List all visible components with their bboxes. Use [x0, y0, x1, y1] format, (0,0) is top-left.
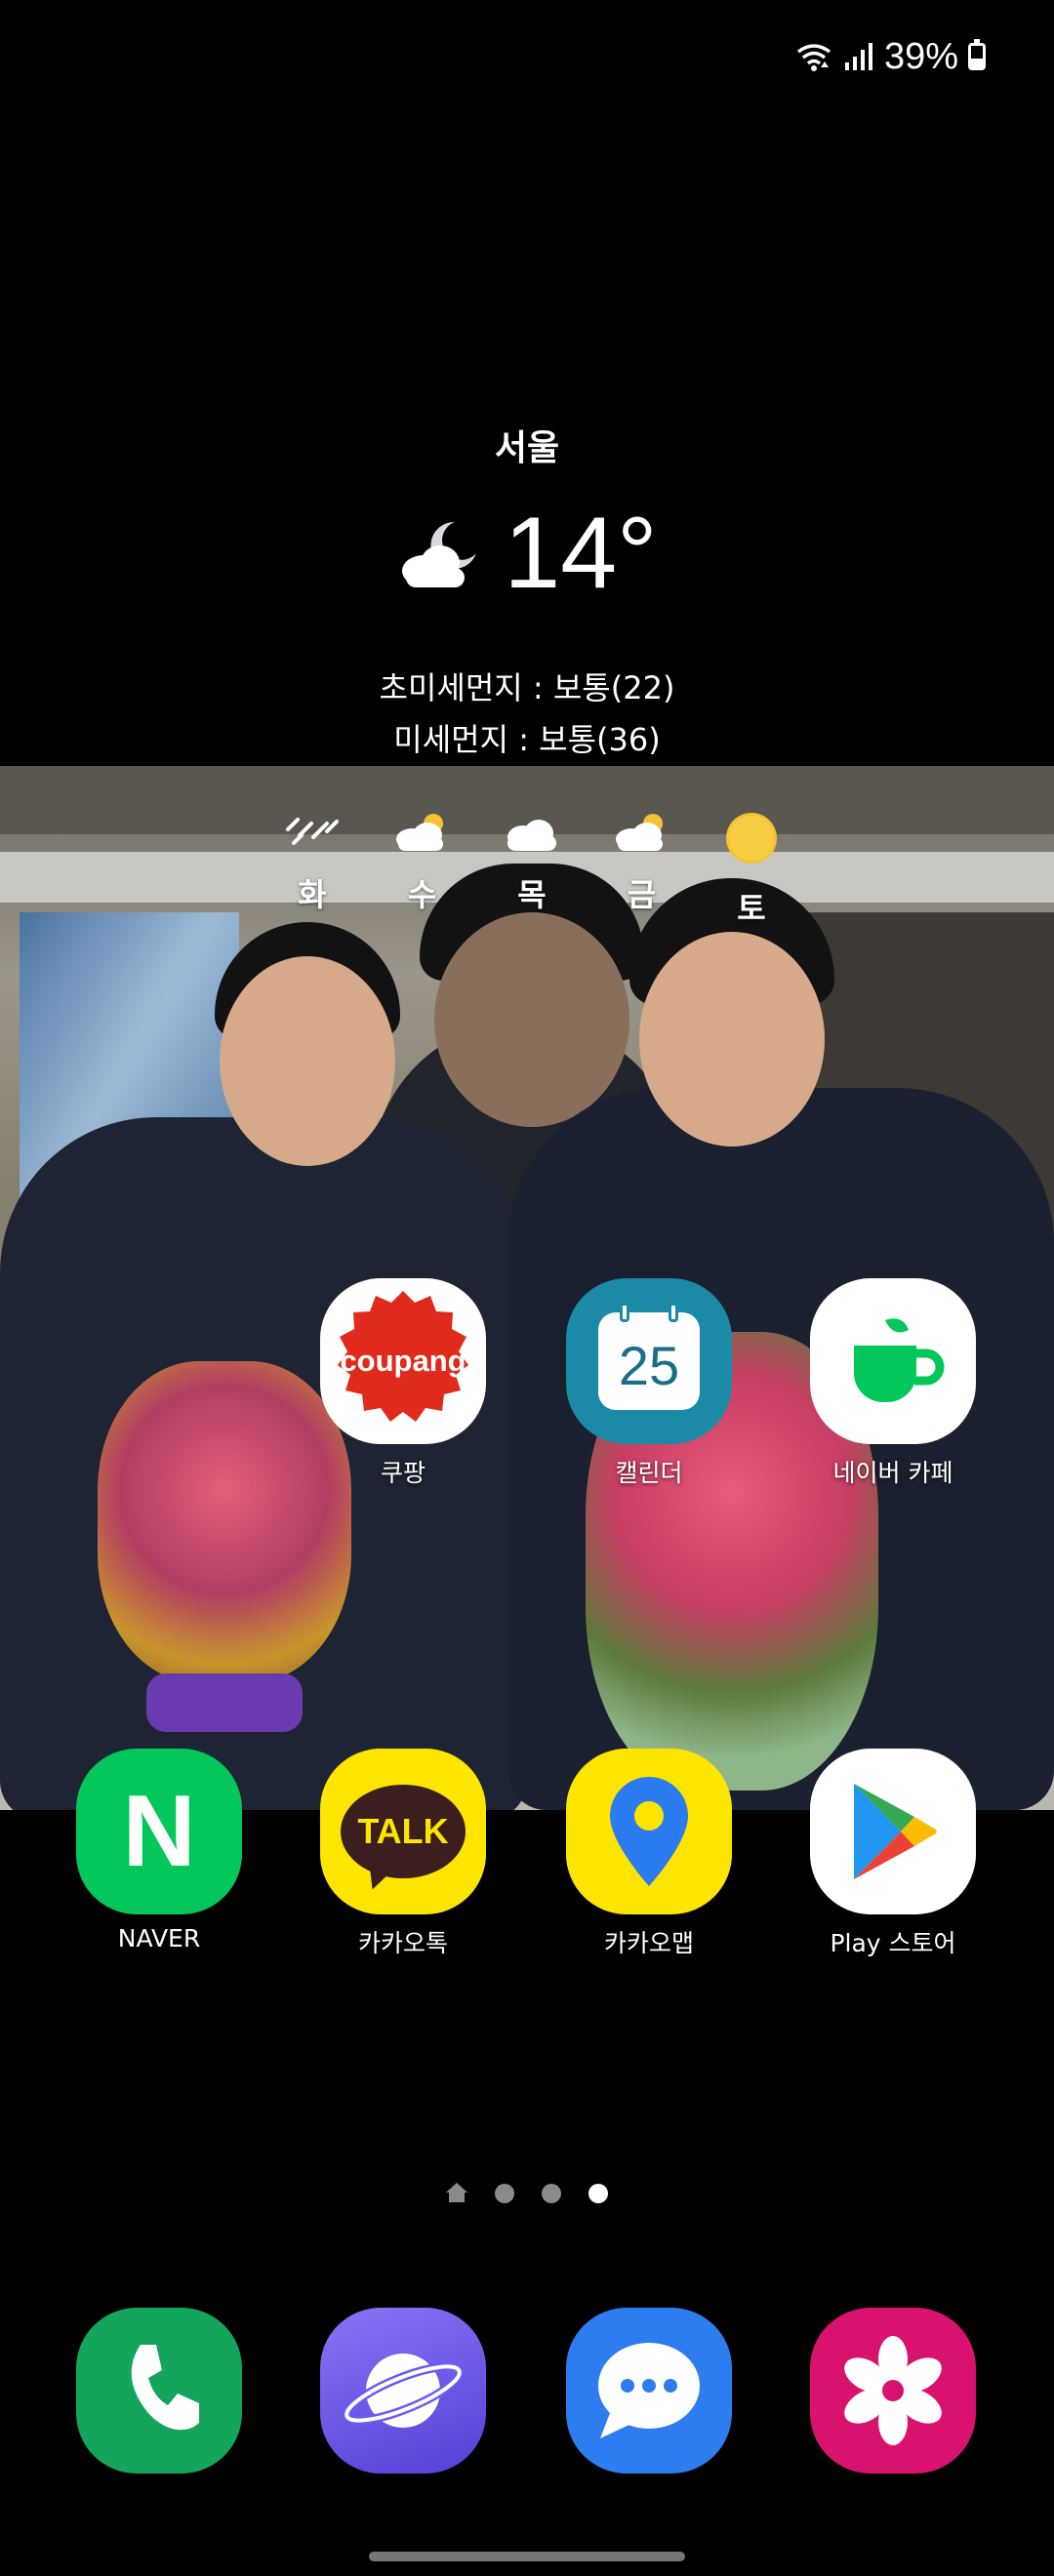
forecast-day: 목	[498, 810, 566, 929]
dock-messages[interactable]	[551, 2308, 747, 2474]
flower-icon	[810, 2308, 976, 2474]
chat-icon	[566, 2308, 732, 2474]
sun-cloud-icon	[615, 814, 663, 851]
app-naver[interactable]: N NAVER	[61, 1749, 257, 1952]
fine-dust: 미세먼지 : 보통(36)	[393, 721, 661, 758]
coupang-icon: coupang	[320, 1278, 486, 1444]
calendar-date: 25	[618, 1334, 680, 1396]
naver-icon: N	[76, 1749, 242, 1914]
app-naver-cafe[interactable]: 네이버 카페	[795, 1278, 991, 1489]
app-label: NAVER	[117, 1924, 201, 1952]
ultra-fine-dust: 초미세먼지 : 보통(22)	[379, 669, 675, 706]
moon-cloud-icon	[402, 521, 477, 587]
sun-icon	[726, 813, 777, 864]
forecast-day-label: 금	[627, 876, 657, 913]
app-label: 카카오톡	[357, 1929, 448, 1957]
calendar-icon: 25	[566, 1278, 732, 1444]
forecast-day-label: 토	[737, 890, 766, 927]
app-play-store[interactable]: Play 스토어	[795, 1749, 991, 1959]
rain-icon	[286, 818, 339, 845]
page-dot[interactable]	[495, 2184, 514, 2203]
battery-icon	[968, 39, 986, 70]
kakaotalk-icon: TALK	[320, 1749, 486, 1914]
forecast-day-label: 화	[298, 876, 327, 913]
forecast-day: 화	[278, 810, 346, 929]
app-label: 캘린더	[615, 1459, 683, 1487]
coupang-logo-text: coupang	[340, 1344, 466, 1378]
sun-cloud-icon	[395, 814, 443, 851]
weather-forecast[interactable]: 화 수 목 금 토	[278, 810, 786, 929]
app-coupang[interactable]: coupang 쿠팡	[305, 1278, 501, 1489]
page-indicator[interactable]	[0, 2183, 1054, 2203]
app-label: 카카오맵	[603, 1929, 694, 1957]
play-store-icon	[810, 1749, 976, 1914]
app-label: 쿠팡	[380, 1459, 426, 1487]
forecast-day: 금	[608, 810, 676, 929]
naver-logo: N	[122, 1774, 196, 1888]
kakaotalk-logo: TALK	[357, 1811, 449, 1851]
weather-city[interactable]: 서울	[0, 420, 1054, 470]
forecast-day: 수	[388, 810, 457, 929]
app-calendar[interactable]: 25 캘린더	[551, 1278, 747, 1489]
battery-percent: 39%	[883, 35, 958, 77]
forecast-day: 토	[717, 810, 786, 929]
app-label: 네이버 카페	[832, 1459, 953, 1487]
cloud-icon	[507, 820, 556, 851]
dock-gallery[interactable]	[795, 2308, 991, 2474]
forecast-day-label: 목	[517, 876, 547, 913]
planet-icon	[320, 2308, 486, 2474]
weather-current[interactable]: 14°	[0, 503, 1054, 604]
page-dot-active[interactable]	[588, 2184, 608, 2203]
app-label: Play 스토어	[830, 1929, 956, 1957]
status-bar: 39%	[794, 29, 986, 84]
kakaomap-icon	[566, 1749, 732, 1914]
gesture-handle[interactable]	[369, 2552, 685, 2561]
home-page-icon[interactable]	[446, 2183, 467, 2202]
app-kakaomap[interactable]: 카카오맵	[551, 1749, 747, 1959]
temperature: 14°	[504, 497, 658, 610]
page-dot[interactable]	[542, 2184, 561, 2203]
wifi-icon	[796, 44, 831, 71]
phone-icon	[76, 2308, 242, 2474]
dock-phone[interactable]	[61, 2308, 257, 2474]
naver-cafe-icon	[810, 1278, 976, 1444]
dock-internet[interactable]	[305, 2308, 501, 2474]
signal-icon	[844, 43, 872, 70]
app-kakaotalk[interactable]: TALK 카카오톡	[305, 1749, 501, 1959]
forecast-day-label: 수	[407, 876, 437, 913]
